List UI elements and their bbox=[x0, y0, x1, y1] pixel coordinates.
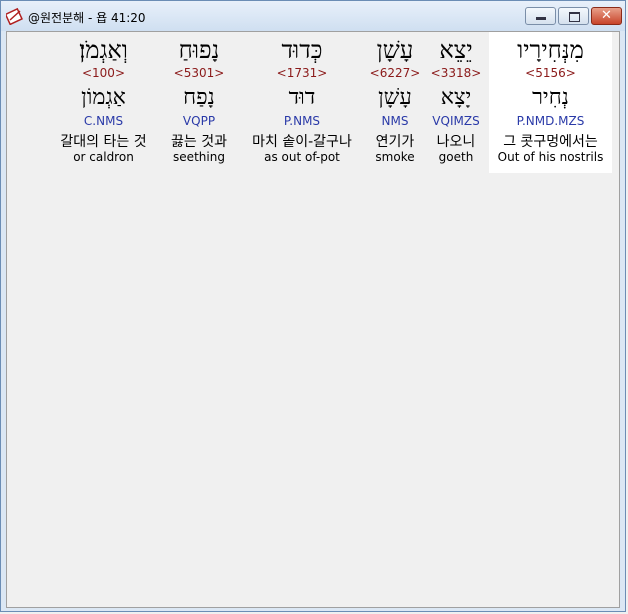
english-gloss: or caldron bbox=[73, 150, 134, 164]
app-window: @원전분해 - 욥 41:20 ✕ מִנְּחִירָיו <5156> נְ… bbox=[0, 0, 626, 612]
english-gloss: smoke bbox=[375, 150, 415, 164]
strong-number[interactable]: <6227> bbox=[365, 66, 425, 80]
english-gloss: goeth bbox=[438, 150, 474, 164]
strong-number[interactable]: <5156> bbox=[489, 66, 612, 80]
hebrew-lemma: דוּד bbox=[288, 85, 316, 110]
hebrew-inflected: מִנְּחִירָיו bbox=[517, 36, 584, 64]
morphology-code[interactable]: VQIMZS bbox=[425, 114, 487, 128]
english-gloss: as out of-pot bbox=[264, 150, 340, 164]
morphology-code[interactable]: C.NMS bbox=[47, 114, 160, 128]
app-icon bbox=[6, 7, 23, 25]
korean-gloss: 마치 솥이-갈구나 bbox=[252, 134, 352, 150]
hebrew-lemma: יָצָא bbox=[440, 85, 472, 110]
english-gloss: Out of his nostrils bbox=[497, 150, 604, 164]
korean-gloss: 끓는 것과 bbox=[171, 134, 227, 150]
hebrew-inflected: נָפוּחַ bbox=[178, 36, 220, 64]
strong-number[interactable]: <5301> bbox=[160, 66, 238, 80]
morphology-code[interactable]: P.NMS bbox=[240, 114, 364, 128]
strong-number[interactable]: <1731> bbox=[240, 66, 364, 80]
hebrew-inflected: וְאַגְמֹן׃ bbox=[79, 36, 128, 64]
strong-number[interactable]: <100> bbox=[47, 66, 160, 80]
english-gloss: seething bbox=[173, 150, 225, 164]
strong-number[interactable]: <3318> bbox=[425, 66, 487, 80]
minimize-button[interactable] bbox=[525, 7, 556, 25]
hebrew-lemma: נָפַח bbox=[183, 85, 215, 110]
korean-gloss: 연기가 bbox=[375, 134, 415, 150]
title-bar[interactable]: @원전분해 - 욥 41:20 ✕ bbox=[1, 1, 625, 31]
hebrew-lemma: אַגְמוֹן bbox=[81, 85, 126, 110]
close-icon: ✕ bbox=[601, 8, 612, 23]
word-column[interactable]: וְאַגְמֹן׃ <100> אַגְמוֹן C.NMS 갈대의 타는 것… bbox=[47, 32, 160, 173]
korean-gloss: 갈대의 타는 것 bbox=[60, 134, 147, 150]
hebrew-lemma: עָשָׁן bbox=[378, 85, 412, 110]
maximize-button[interactable] bbox=[558, 7, 589, 25]
hebrew-inflected: כְּדוּד bbox=[281, 36, 323, 64]
korean-gloss: 나오니 bbox=[436, 134, 476, 150]
word-column[interactable]: מִנְּחִירָיו <5156> נְחִיר P.NMD.MZS 그 콧… bbox=[489, 32, 612, 173]
hebrew-inflected: יֵצֵא bbox=[439, 36, 473, 64]
close-button[interactable]: ✕ bbox=[591, 7, 622, 25]
window-title: @원전분해 - 욥 41:20 bbox=[28, 11, 146, 25]
interlinear-panel: מִנְּחִירָיו <5156> נְחִיר P.NMD.MZS 그 콧… bbox=[6, 31, 620, 608]
hebrew-inflected: עָשָׁן bbox=[376, 36, 414, 64]
word-column[interactable]: יֵצֵא <3318> יָצָא VQIMZS 나오니 goeth bbox=[425, 32, 487, 173]
word-column[interactable]: עָשָׁן <6227> עָשָׁן NMS 연기가 smoke bbox=[365, 32, 425, 173]
word-column[interactable]: נָפוּחַ <5301> נָפַח VQPP 끓는 것과 seething bbox=[160, 32, 238, 173]
morphology-code[interactable]: VQPP bbox=[160, 114, 238, 128]
korean-gloss: 그 콧구멍에서는 bbox=[503, 134, 598, 150]
word-column[interactable]: כְּדוּד <1731> דוּד P.NMS 마치 솥이-갈구나 as o… bbox=[240, 32, 364, 173]
hebrew-lemma: נְחִיר bbox=[532, 85, 569, 110]
morphology-code[interactable]: NMS bbox=[365, 114, 425, 128]
morphology-code[interactable]: P.NMD.MZS bbox=[489, 114, 612, 128]
